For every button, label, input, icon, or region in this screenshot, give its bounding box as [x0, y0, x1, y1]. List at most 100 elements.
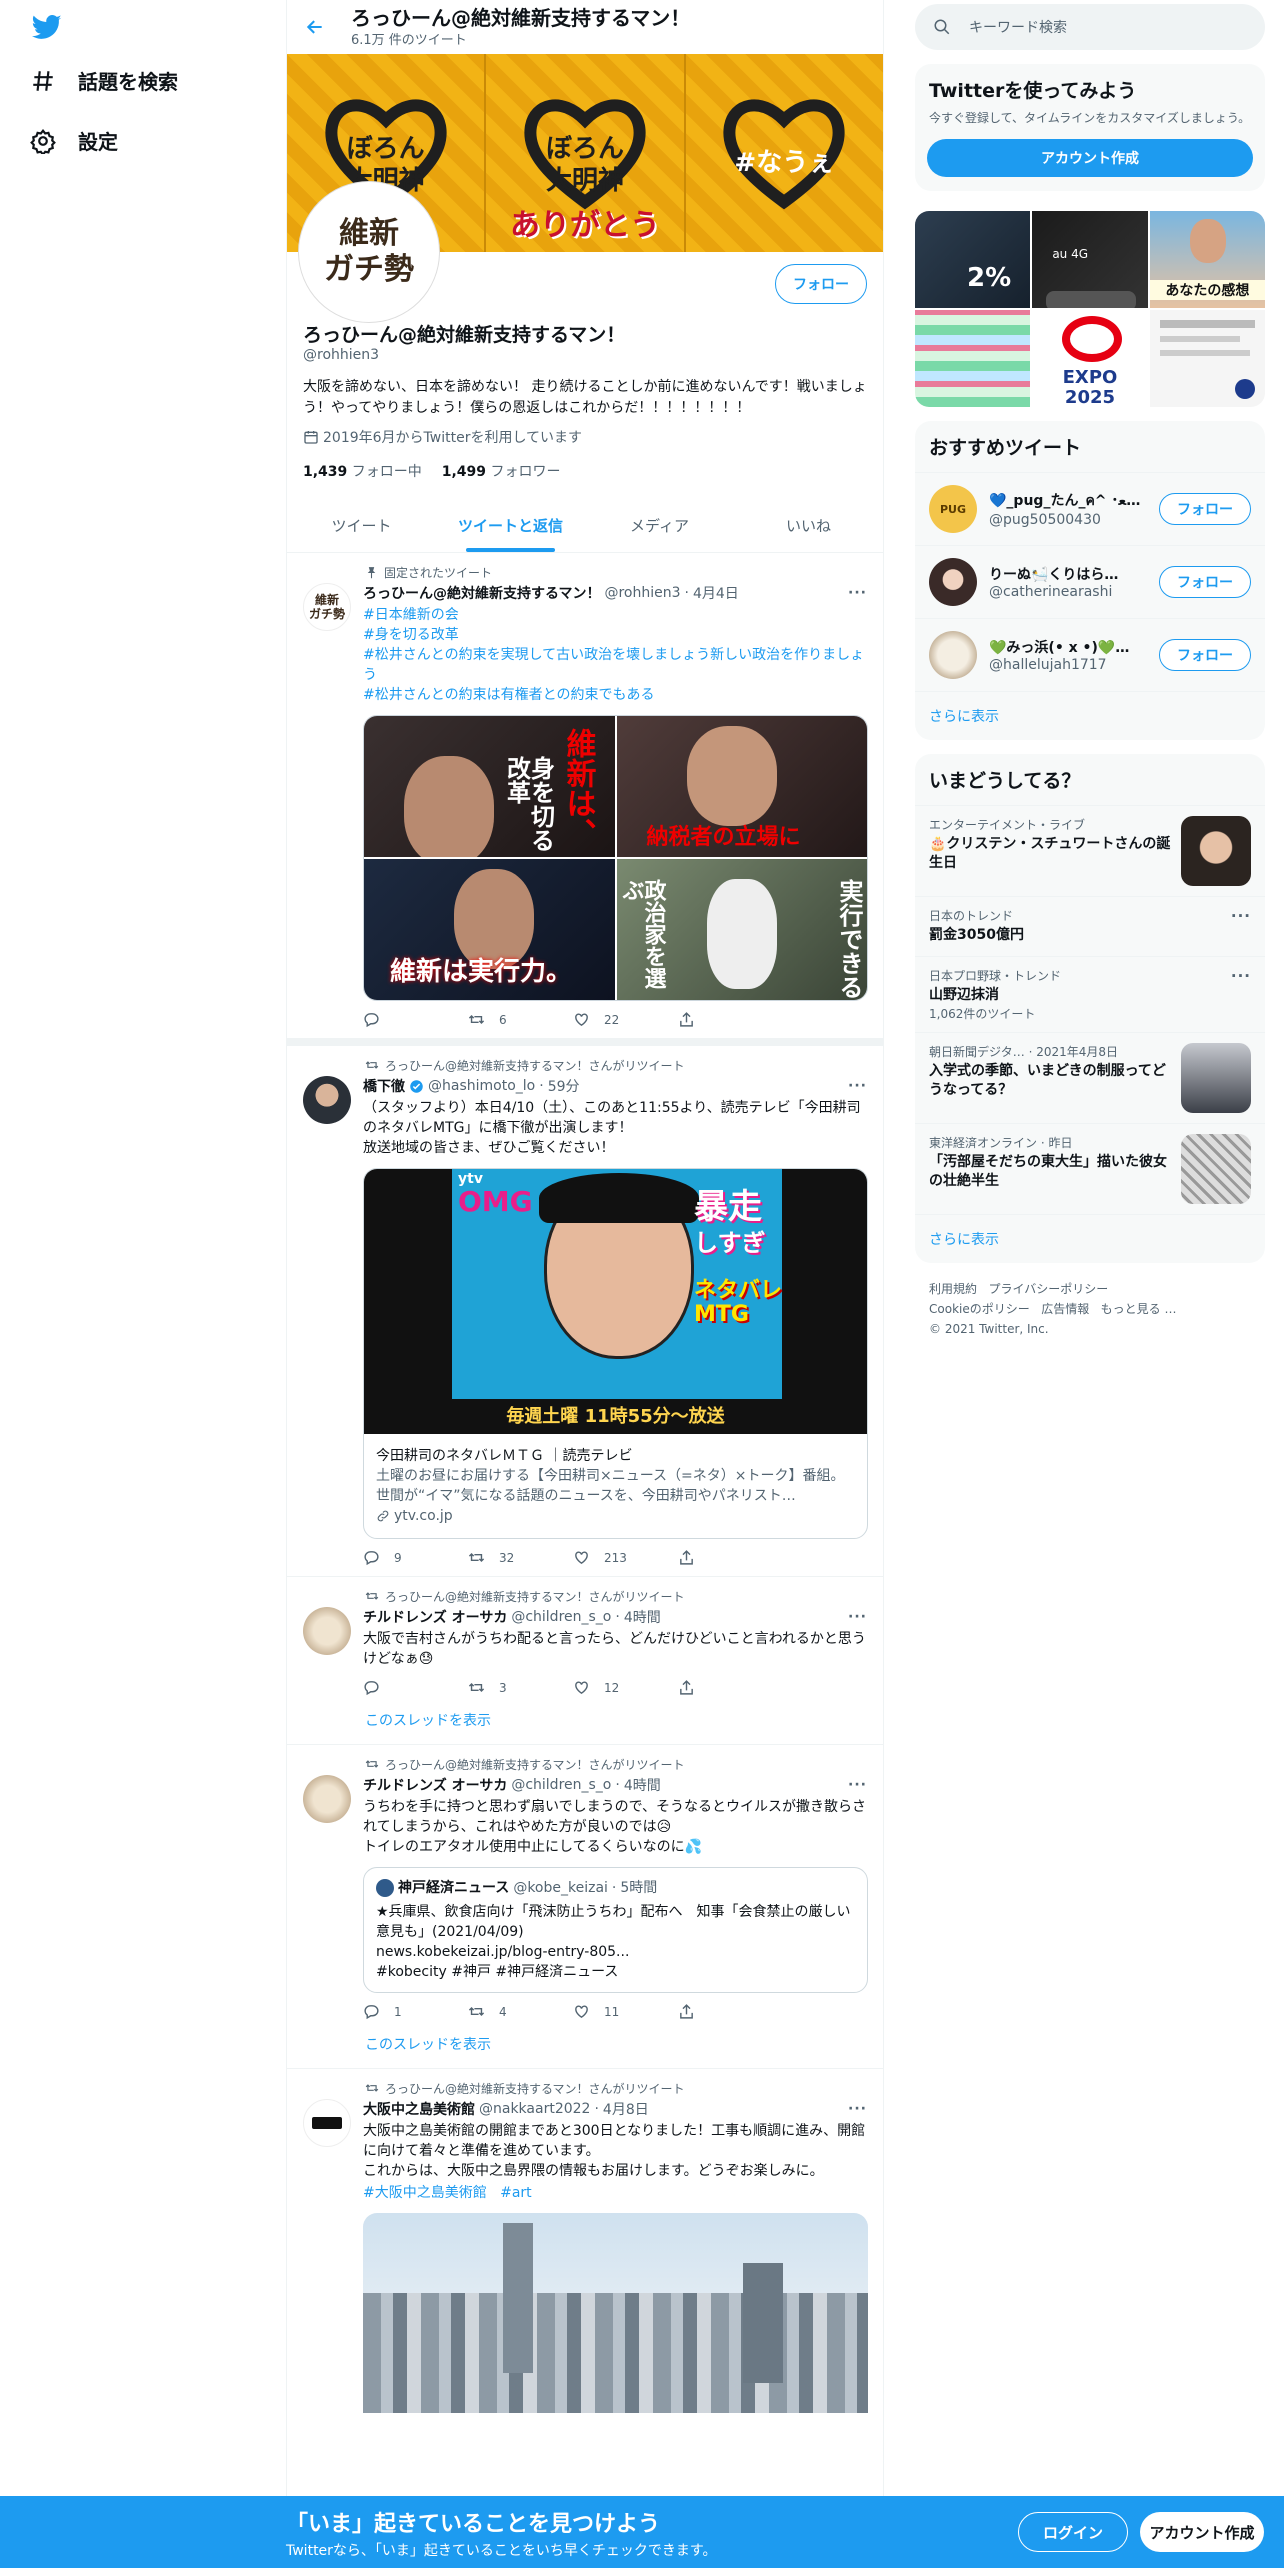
photo-tile[interactable] [1149, 310, 1265, 407]
login-button[interactable]: ログイン [1018, 2512, 1128, 2552]
photo-tile[interactable]: あなたの感想 [1149, 211, 1265, 308]
more-options-icon[interactable]: ··· [848, 1777, 867, 1793]
retweet-action[interactable]: 4 [468, 2003, 573, 2020]
trend-item[interactable]: エンターテイメント・ライブ 🎂クリステン・スチュワートさんの誕生日 [915, 805, 1265, 896]
more-options-icon[interactable]: ··· [1231, 967, 1251, 1022]
tweet[interactable]: ろっひーん@絶対維新支持するマン！さんがリツイート チルドレンズ オーサカ @c… [287, 1745, 883, 2069]
tweet-time[interactable]: 4月4日 [693, 583, 739, 603]
show-thread-link[interactable]: このスレッドを表示 [365, 2034, 867, 2054]
retweet-action[interactable]: 3 [468, 1679, 573, 1696]
tweet-author-handle[interactable]: @nakkaart2022 [479, 2101, 590, 2117]
tweet-avatar[interactable] [303, 1775, 351, 1823]
tweet-author-handle[interactable]: @rohhien3 [604, 585, 680, 601]
media-image[interactable]: 納税者の立場に [616, 716, 867, 857]
followers-stat[interactable]: 1,499 フォロワー [442, 461, 561, 481]
more-options-icon[interactable]: ··· [848, 1609, 867, 1625]
quoted-tweet[interactable]: 神戸経済ニュース @kobe_keizai · 5時間 ★兵庫県、飲食店向け「飛… [363, 1867, 868, 1993]
more-options-icon[interactable]: ··· [848, 585, 867, 601]
follow-button[interactable]: フォロー [1159, 493, 1251, 525]
create-account-button[interactable]: アカウント作成 [927, 139, 1253, 177]
retweet-action[interactable]: 6 [468, 1011, 573, 1028]
media-image[interactable]: 維新は実行力。 [364, 859, 615, 1000]
footer-link[interactable]: プライバシーポリシー [988, 1282, 1108, 1296]
tweet-time[interactable]: 4時間 [624, 1607, 661, 1627]
share-action[interactable] [678, 1549, 783, 1566]
tweet[interactable]: ろっひーん@絶対維新支持するマン！さんがリツイート チルドレンズ オーサカ @c… [287, 1577, 883, 1745]
tab-media[interactable]: メディア [585, 497, 734, 552]
like-action[interactable]: 22 [573, 1011, 678, 1028]
reply-action[interactable]: 1 [363, 2003, 468, 2020]
tab-tweets[interactable]: ツイート [287, 497, 436, 552]
trend-item[interactable]: 朝日新聞デジタ… · 2021年4月8日 入学式の季節、いまどきの制服ってどうなっ… [915, 1032, 1265, 1123]
suggested-account[interactable]: PUG 💙_pug_たん_ค^ ･ﻌ･^ค @pug50500430 フォロー [915, 472, 1265, 545]
show-thread-link[interactable]: このスレッドを表示 [365, 1710, 867, 1730]
show-more-link[interactable]: さらに表示 [915, 691, 1265, 740]
more-options-icon[interactable]: ··· [848, 1078, 867, 1094]
hashtag-link[interactable]: #身を切る改革 [363, 625, 867, 645]
follow-button[interactable]: フォロー [1159, 566, 1251, 598]
retweet-action[interactable]: 32 [468, 1549, 573, 1566]
like-action[interactable]: 11 [573, 2003, 678, 2020]
back-arrow-icon[interactable] [305, 17, 325, 37]
suggested-account[interactable]: 💚みっ浜(• x •)💚… @hallelujah1717 フォロー [915, 618, 1265, 691]
suggested-account[interactable]: りーぬ🛀くりはら… @catherinearashi フォロー [915, 545, 1265, 618]
hashtag-link[interactable]: #松井さんとの約束を実現して古い政治を壊しましょう新しい政治を作りましょう [363, 645, 867, 685]
tweet-author-name[interactable]: ろっひーん@絶対維新支持するマン！ [363, 583, 600, 603]
like-action[interactable]: 12 [573, 1679, 678, 1696]
more-options-icon[interactable]: ··· [848, 2101, 867, 2117]
trend-item[interactable]: 日本プロ野球・トレンド 山野辺抹消 1,062件のツイート ··· [915, 956, 1265, 1032]
tweet[interactable]: ろっひーん@絶対維新支持するマン！さんがリツイート 橋下徹 @hashimoto… [287, 1046, 883, 1577]
share-action[interactable] [678, 1011, 783, 1028]
photo-tile[interactable]: EXPO 2025 [1032, 310, 1148, 407]
like-action[interactable]: 213 [573, 1549, 678, 1566]
footer-link[interactable]: もっと見る … [1101, 1302, 1177, 1316]
tweet-avatar[interactable] [303, 1076, 351, 1124]
footer-link[interactable]: 広告情報 [1041, 1302, 1089, 1316]
tweet-time[interactable]: 4月8日 [603, 2099, 649, 2119]
media-image[interactable]: 政治家を選ぶ 実行できる [616, 859, 867, 1000]
hashtag-link[interactable]: #art [500, 2185, 532, 2201]
hashtag-link[interactable]: #松井さんとの約束は有権者との約束でもある [363, 685, 867, 705]
follow-button[interactable]: フォロー [1159, 639, 1251, 671]
tweet-author-handle[interactable]: @children_s_o [511, 1609, 611, 1625]
link-card[interactable]: OMG ytv 暴走 しすぎ ネタバレ MTG 毎週土曜 11時55分〜放送 今… [363, 1168, 868, 1539]
trend-item[interactable]: 東洋経済オンライン · 昨日 「汚部屋そだちの東大生」描いた彼女の壮絶半生 [915, 1123, 1265, 1214]
tweet-author-name[interactable]: チルドレンズ オーサカ [363, 1775, 507, 1795]
reply-action[interactable] [363, 1011, 468, 1028]
media-image[interactable]: 維新は、 身を切る改革 [364, 716, 615, 857]
share-action[interactable] [678, 1679, 783, 1696]
photo-tile[interactable]: 2% [915, 211, 1031, 308]
tweet-pinned[interactable]: 固定されたツイート 維新 ガチ勢 ろっひーん@絶対維新支持するマン！ @rohh… [287, 553, 883, 1046]
footer-link[interactable]: 利用規約 [929, 1282, 977, 1296]
footer-link[interactable]: Cookieのポリシー [929, 1302, 1030, 1316]
reply-action[interactable]: 9 [363, 1549, 468, 1566]
follow-button[interactable]: フォロー [775, 264, 867, 304]
hashtag-link[interactable]: #日本維新の会 [363, 605, 867, 625]
tweet-author-name[interactable]: 橋下徹 [363, 1076, 405, 1096]
tweet-avatar[interactable]: 維新 ガチ勢 [303, 583, 351, 631]
tweet-author-name[interactable]: 大阪中之島美術館 [363, 2099, 475, 2119]
nav-settings[interactable]: 設定 [30, 126, 118, 155]
tweet-media-grid[interactable]: 維新は、 身を切る改革 納税者の立場に 維新は実行力。 政治家を選ぶ 実行できる [363, 715, 868, 1001]
tweet-avatar[interactable] [303, 2099, 351, 2147]
tweet-time[interactable]: 4時間 [624, 1775, 661, 1795]
hashtag-link[interactable]: #大阪中之島美術館 [363, 2185, 487, 2201]
tweet-author-handle[interactable]: @children_s_o [511, 1777, 611, 1793]
trend-item[interactable]: 日本のトレンド 罰金3050億円 ··· [915, 896, 1265, 956]
tweet-author-name[interactable]: チルドレンズ オーサカ [363, 1607, 507, 1627]
show-more-link[interactable]: さらに表示 [915, 1214, 1265, 1263]
more-options-icon[interactable]: ··· [1231, 907, 1251, 946]
following-stat[interactable]: 1,439 フォロー中 [303, 461, 422, 481]
tab-tweets-and-replies[interactable]: ツイートと返信 [436, 497, 585, 552]
twitter-logo-icon[interactable] [32, 12, 62, 42]
tweet-avatar[interactable] [303, 1607, 351, 1655]
photo-tile[interactable]: au 4G [1032, 211, 1148, 308]
tab-likes[interactable]: いいね [734, 497, 883, 552]
media-photo-grid[interactable]: 2% au 4G あなたの感想 EXPO 2025 [915, 211, 1265, 407]
tweet-media-image[interactable] [363, 2213, 868, 2413]
photo-tile[interactable] [915, 310, 1031, 407]
reply-action[interactable] [363, 1679, 468, 1696]
nav-explore[interactable]: 話題を検索 [30, 66, 178, 95]
tweet-time[interactable]: 59分 [548, 1076, 580, 1096]
tweet-author-handle[interactable]: @hashimoto_lo [428, 1078, 535, 1094]
